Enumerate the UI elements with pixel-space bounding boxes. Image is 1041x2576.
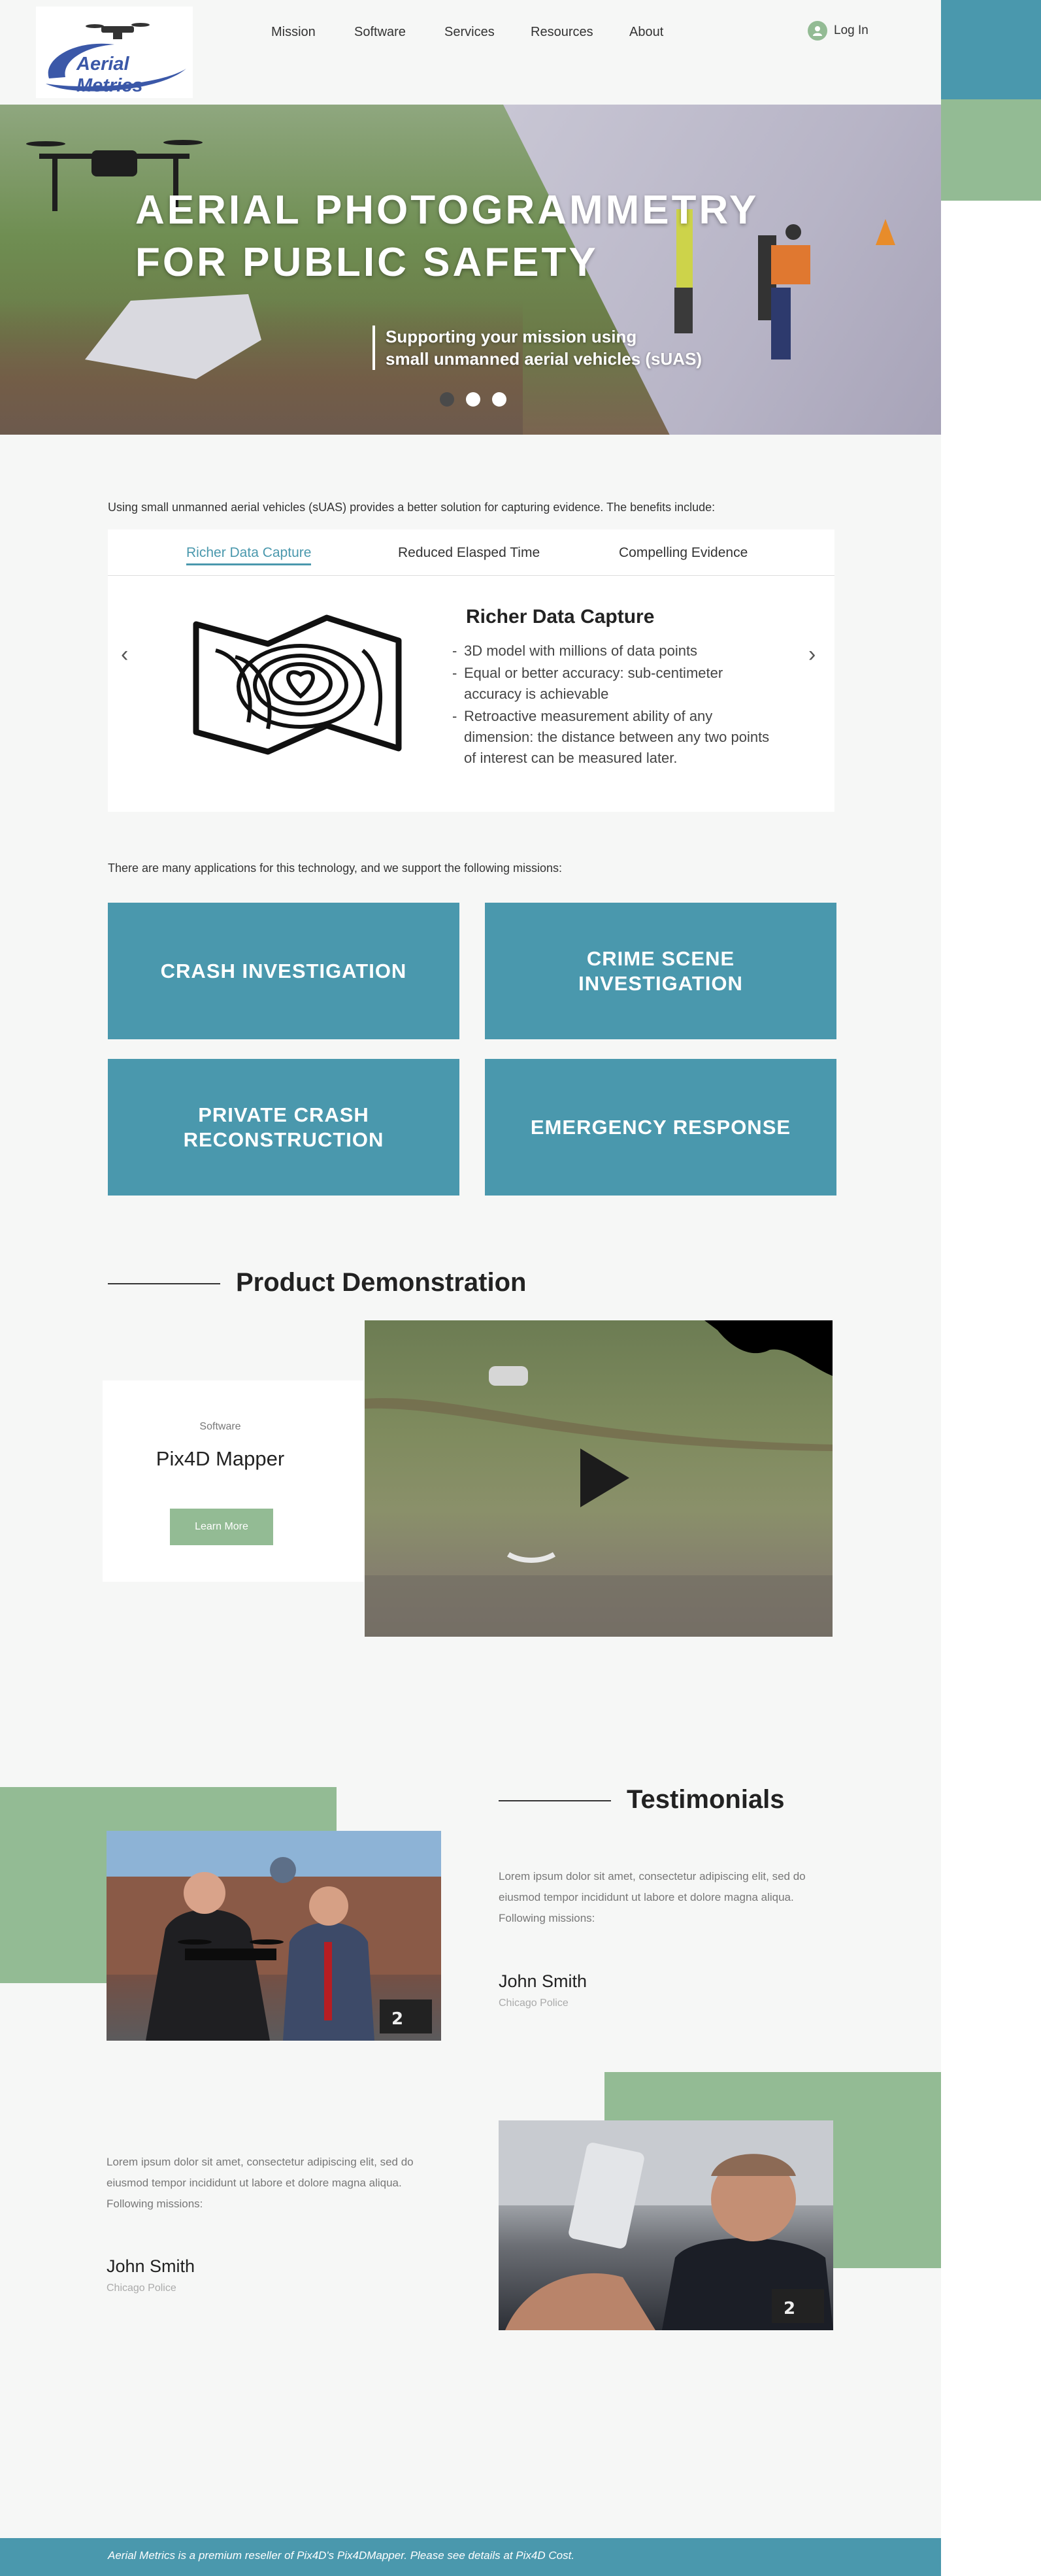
login-label: Log In — [834, 24, 868, 37]
product-name: Pix4D Mapper — [156, 1447, 285, 1470]
officers-drone-image: 2 — [107, 1831, 441, 2041]
hero-title-line-2: FOR PUBLIC SAFETY — [135, 240, 599, 285]
site-logo[interactable]: Aerial Metrics — [36, 7, 193, 98]
testimonial-organization: Chicago Police — [499, 1998, 569, 2009]
user-icon — [808, 21, 827, 41]
nav-services[interactable]: Services — [444, 25, 495, 40]
product-section-title: Product Demonstration — [236, 1268, 527, 1297]
chevron-left-icon[interactable]: ‹ — [121, 642, 128, 667]
mission-private-crash-reconstruction[interactable]: PRIVATE CRASH RECONSTRUCTION — [108, 1059, 459, 1196]
carousel-dot-1[interactable] — [440, 392, 454, 407]
benefit-bullet: Retroactive measurement ability of any d… — [451, 706, 771, 769]
benefits-intro: Using small unmanned aerial vehicles (sU… — [108, 501, 716, 514]
side-accent-green — [941, 99, 1041, 201]
product-card: Software Pix4D Mapper Learn More — [103, 1380, 364, 1582]
chevron-right-icon[interactable]: › — [808, 642, 816, 667]
brand-name: Aerial Metrics — [76, 54, 143, 96]
benefit-bullet: 3D model with millions of data points — [451, 641, 771, 661]
play-icon[interactable] — [580, 1448, 629, 1507]
hero-title: AERIAL PHOTOGRAMMETRY FOR PUBLIC SAFETY — [135, 184, 759, 289]
side-accent-white — [941, 201, 1041, 2576]
site-header: Aerial Metrics Mission Software Services… — [0, 0, 941, 105]
page: Aerial Metrics Mission Software Services… — [0, 0, 941, 2576]
testimonials-section-title: Testimonials — [627, 1785, 785, 1814]
tab-richer-data-capture[interactable]: Richer Data Capture — [186, 545, 312, 565]
section-divider — [108, 1283, 220, 1284]
nav-software[interactable]: Software — [354, 25, 406, 40]
applications-intro: There are many applications for this tec… — [108, 861, 563, 875]
carousel-dot-2[interactable] — [466, 392, 480, 407]
testimonial-author: John Smith — [107, 2256, 195, 2276]
benefit-bullet-list: 3D model with millions of data points Eq… — [451, 641, 771, 770]
footer-text: Aerial Metrics is a premium reseller of … — [108, 2549, 575, 2562]
svg-text:2: 2 — [391, 2009, 403, 2029]
mission-label: CRIME SCENE INVESTIGATION — [578, 946, 743, 995]
mission-crime-scene-investigation[interactable]: CRIME SCENE INVESTIGATION — [485, 903, 836, 1039]
testimonial-organization: Chicago Police — [107, 2283, 176, 2294]
mission-label: CRASH INVESTIGATION — [160, 959, 407, 982]
testimonial-author: John Smith — [499, 1971, 587, 1991]
mission-emergency-response[interactable]: EMERGENCY RESPONSE — [485, 1059, 836, 1196]
mission-label: EMERGENCY RESPONSE — [530, 1115, 791, 1139]
hero-banner: AERIAL PHOTOGRAMMETRY FOR PUBLIC SAFETY … — [0, 105, 941, 435]
demo-video[interactable] — [365, 1320, 833, 1637]
testimonial-quote: Lorem ipsum dolor sit amet, consectetur … — [499, 1870, 806, 1924]
mission-crash-investigation[interactable]: CRASH INVESTIGATION — [108, 903, 459, 1039]
hero-subtitle-line-1: Supporting your mission using — [386, 327, 637, 346]
nav-resources[interactable]: Resources — [531, 25, 593, 40]
side-accent-teal — [941, 0, 1041, 99]
carousel-dot-3[interactable] — [492, 392, 506, 407]
officer-controller-image: 2 — [499, 2120, 833, 2330]
nav-about[interactable]: About — [629, 25, 663, 40]
section-divider — [499, 1800, 611, 1801]
topographic-map-icon — [193, 614, 402, 755]
site-footer: Aerial Metrics is a premium reseller of … — [0, 2538, 941, 2576]
benefits-card: Richer Data Capture Reduced Elasped Time… — [108, 529, 834, 812]
benefits-tabbar: Richer Data Capture Reduced Elasped Time… — [108, 529, 834, 576]
learn-more-button[interactable]: Learn More — [170, 1509, 273, 1545]
testimonial-photo-1: 2 — [107, 1831, 441, 2041]
tab-reduced-elapsed-time[interactable]: Reduced Elasped Time — [398, 545, 540, 561]
login-button[interactable]: Log In — [808, 21, 868, 41]
carousel-dots — [440, 392, 506, 407]
hero-title-line-1: AERIAL PHOTOGRAMMETRY — [135, 188, 759, 233]
testimonial-quote: Lorem ipsum dolor sit amet, consectetur … — [107, 2156, 414, 2210]
benefit-panel-title: Richer Data Capture — [466, 606, 655, 627]
product-category: Software — [199, 1421, 241, 1432]
benefit-bullet: Equal or better accuracy: sub-centimeter… — [451, 663, 771, 705]
svg-text:2: 2 — [784, 2299, 795, 2318]
tab-compelling-evidence[interactable]: Compelling Evidence — [619, 545, 748, 561]
nav-mission[interactable]: Mission — [271, 25, 316, 40]
hero-subtitle-line-2: small unmanned aerial vehicles (sUAS) — [386, 349, 702, 369]
mission-label: PRIVATE CRASH RECONSTRUCTION — [183, 1103, 384, 1151]
hero-subtitle: Supporting your mission using small unma… — [372, 326, 702, 370]
testimonial-photo-2: 2 — [499, 2120, 833, 2330]
